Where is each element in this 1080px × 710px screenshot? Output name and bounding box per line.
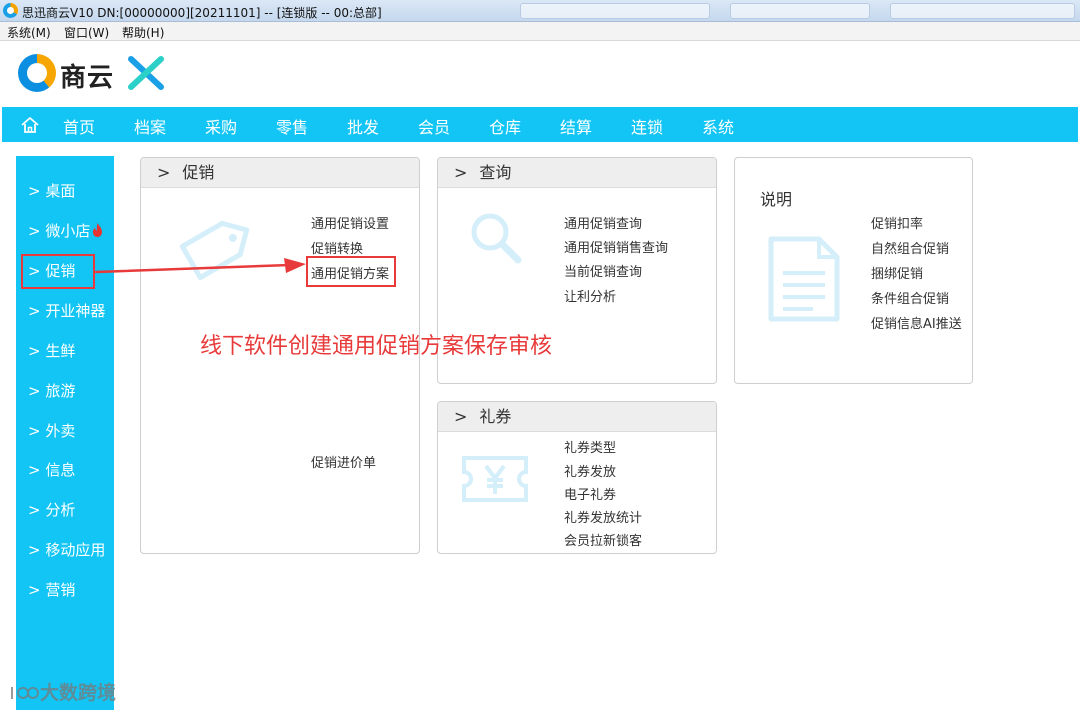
document-icon (768, 236, 840, 322)
link-member-acquisition[interactable]: 会员拉新锁客 (564, 530, 642, 549)
menu-system[interactable]: 系统(M) (7, 24, 51, 41)
sidebar-item-micro-shop[interactable]: > 微小店 (28, 220, 103, 241)
sidebar-item-mobile-app[interactable]: > 移动应用 (28, 539, 105, 560)
panel-coupon: > 礼券 礼券类型 礼券发放 电子礼券 礼券发放统计 会员拉新锁客 (437, 401, 717, 554)
link-promo-purchase-price[interactable]: 促销进价单 (311, 452, 376, 471)
link-promo-discount-rate[interactable]: 促销扣率 (871, 213, 923, 232)
background-window-tab (890, 3, 1075, 19)
link-bundle-promo[interactable]: 捆绑促销 (871, 263, 923, 282)
logo-header: 商云 (0, 42, 1080, 107)
sidebar-item-desktop[interactable]: > 桌面 (28, 180, 75, 201)
sidebar-item-takeout[interactable]: > 外卖 (28, 420, 75, 441)
panel-header: > 礼券 (438, 402, 716, 432)
link-discount-analysis[interactable]: 让利分析 (564, 286, 616, 305)
nav-archive[interactable]: 档案 (134, 114, 166, 138)
nav-member[interactable]: 会员 (418, 114, 450, 138)
panel-explain: 说明 促销扣率 自然组合促销 捆绑促销 条件组合促销 促销信息AI推送 (734, 157, 973, 384)
menu-help[interactable]: 帮助(H) (122, 24, 164, 41)
link-current-promo-query[interactable]: 当前促销查询 (564, 261, 642, 280)
sidebar-item-info[interactable]: > 信息 (28, 459, 75, 480)
link-general-promo-query[interactable]: 通用促销查询 (564, 213, 642, 232)
sidebar: > 桌面 > 微小店 > 促销 > 开业神器 > 生鲜 > 旅游 > 外卖 > … (16, 156, 114, 710)
window-titlebar: 思迅商云V10 DN:[00000000][20211101] -- [连锁版 … (0, 0, 1080, 22)
nav-warehouse[interactable]: 仓库 (489, 114, 521, 138)
link-promo-conversion[interactable]: 促销转换 (311, 238, 363, 257)
voucher-icon (462, 456, 528, 502)
link-general-promo-settings[interactable]: 通用促销设置 (311, 213, 389, 232)
nav-purchase[interactable]: 采购 (205, 114, 237, 138)
menu-window[interactable]: 窗口(W) (64, 24, 109, 41)
link-coupon-type[interactable]: 礼券类型 (564, 437, 616, 456)
home-icon[interactable] (20, 115, 40, 135)
annotation-highlight-link (306, 256, 396, 287)
sidebar-item-fresh[interactable]: > 生鲜 (28, 340, 75, 361)
sidebar-item-opening-tools[interactable]: > 开业神器 (28, 300, 105, 321)
brand-name: 商云 (60, 63, 115, 93)
panel-header: > 促销 (141, 158, 419, 188)
panel-title: 促销 (182, 163, 215, 182)
nav-wholesale[interactable]: 批发 (347, 114, 379, 138)
panel-header: > 查询 (438, 158, 716, 188)
brand-logo-icon (18, 54, 56, 92)
annotation-highlight-sidebar (21, 254, 95, 289)
brand-x-icon (128, 56, 164, 90)
nav-system[interactable]: 系统 (702, 114, 734, 138)
nav-home[interactable]: 首页 (63, 114, 95, 138)
background-window-tab (730, 3, 870, 19)
nav-chain[interactable]: 连锁 (631, 114, 663, 138)
panel-title: 说明 (760, 190, 793, 209)
window-title: 思迅商云V10 DN:[00000000][20211101] -- [连锁版 … (22, 6, 382, 20)
background-window-tab (520, 3, 710, 19)
panel-title: 礼券 (479, 407, 512, 426)
chevron-right-icon: > (157, 163, 171, 182)
flame-icon (93, 223, 103, 237)
menu-bar: 系统(M) 窗口(W) 帮助(H) (0, 22, 1080, 41)
sidebar-item-travel[interactable]: > 旅游 (28, 380, 75, 401)
app-logo-icon (3, 3, 18, 18)
sidebar-item-marketing[interactable]: > 营销 (28, 579, 75, 600)
watermark: 大数跨境 (8, 678, 116, 705)
chevron-right-icon: > (454, 407, 468, 426)
link-e-coupon[interactable]: 电子礼券 (564, 484, 616, 503)
watermark-text: 大数跨境 (40, 682, 117, 704)
chevron-right-icon: > (454, 163, 468, 182)
link-general-promo-sales-query[interactable]: 通用促销销售查询 (564, 237, 668, 256)
link-conditional-combo-promo[interactable]: 条件组合促销 (871, 288, 949, 307)
panel-title: 查询 (479, 163, 512, 182)
link-coupon-issue[interactable]: 礼券发放 (564, 461, 616, 480)
annotation-arrow-icon (94, 258, 306, 274)
nav-retail[interactable]: 零售 (276, 114, 308, 138)
sidebar-item-analysis[interactable]: > 分析 (28, 499, 75, 520)
link-coupon-issue-stats[interactable]: 礼券发放统计 (564, 507, 642, 526)
watermark-logo-icon (11, 686, 39, 699)
sidebar-item-label: > 微小店 (28, 222, 91, 240)
main-nav: 首页 档案 采购 零售 批发 会员 仓库 结算 连锁 系统 (2, 107, 1078, 142)
annotation-text: 线下软件创建通用促销方案保存审核 (200, 334, 553, 359)
search-icon (471, 213, 522, 264)
nav-settlement[interactable]: 结算 (560, 114, 592, 138)
link-promo-ai-push[interactable]: 促销信息AI推送 (871, 313, 962, 332)
link-natural-combo-promo[interactable]: 自然组合促销 (871, 238, 949, 257)
